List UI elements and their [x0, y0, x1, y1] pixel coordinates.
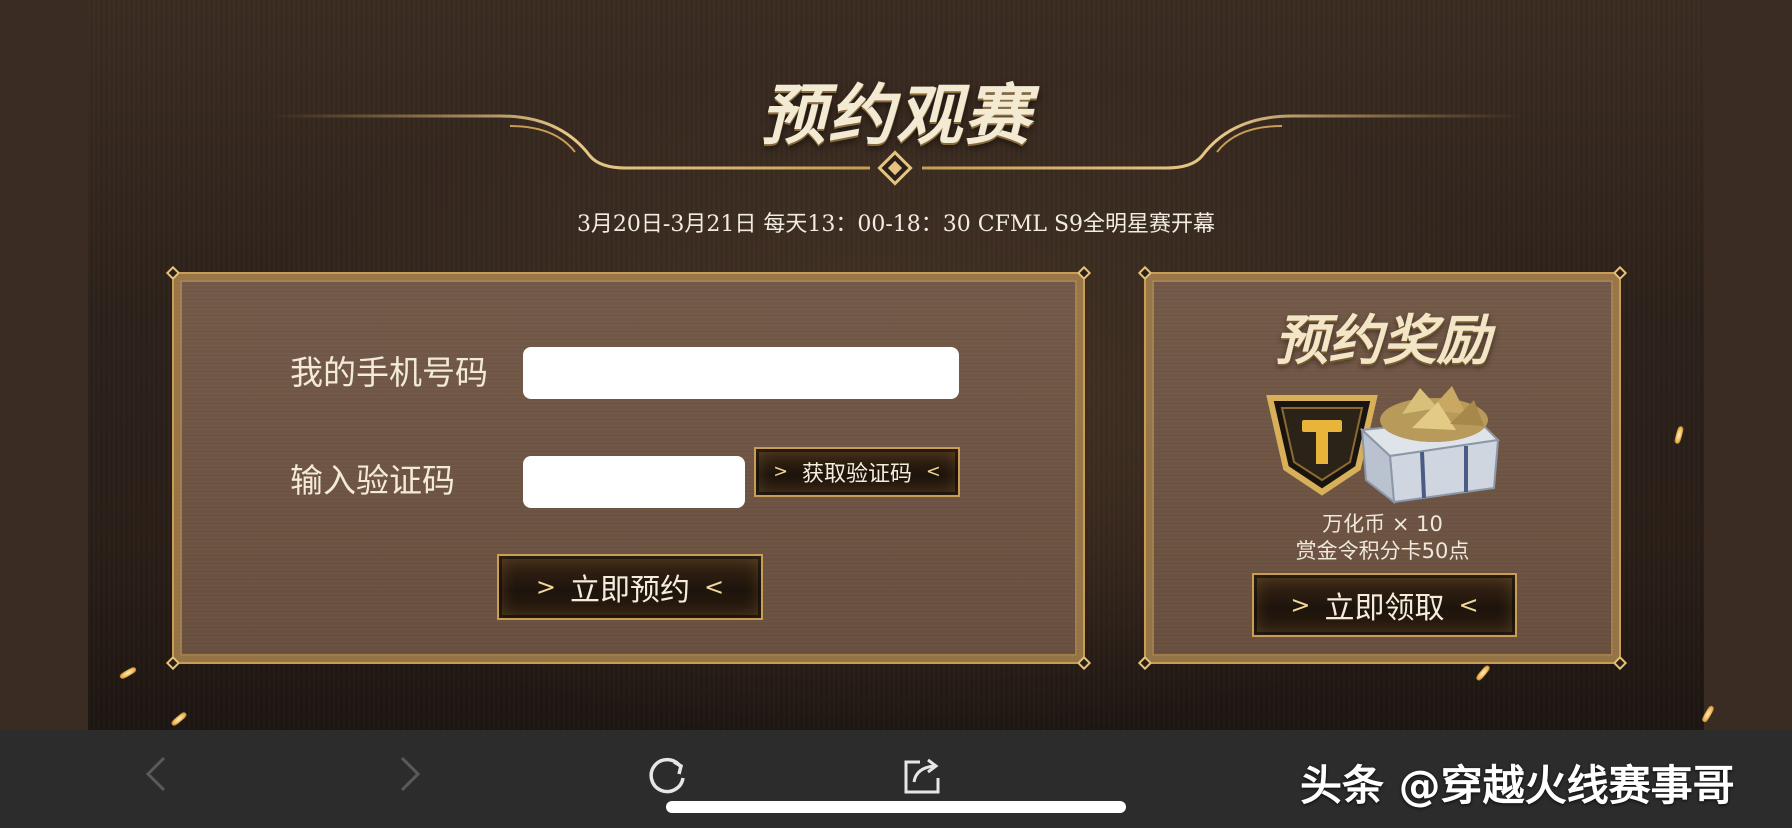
chevron-right-icon: > [773, 462, 788, 482]
get-code-button-label: 获取验证码 [801, 462, 912, 487]
title-ornament [270, 114, 1522, 186]
reserve-button-label: 立即预约 [570, 573, 690, 608]
get-code-button[interactable]: > 获取验证码 < [754, 447, 960, 497]
reward-items-image [1266, 386, 1501, 505]
page: 预约观赛 3月20日-3月21日 每天13：00-18：30 CFML S9全明… [0, 0, 1792, 828]
chevron-right-icon: > [1290, 591, 1311, 619]
phone-input[interactable] [523, 347, 959, 399]
reward-title: 预约奖励 [1274, 309, 1491, 372]
reward-item-points-card: 赏金令积分卡50点 [1295, 539, 1470, 563]
chevron-left-icon: < [704, 573, 725, 601]
forward-arrow-icon[interactable] [392, 752, 428, 796]
chevron-right-icon: > [535, 573, 556, 601]
bounty-badge-icon [1266, 395, 1378, 496]
event-schedule-text: 3月20日-3月21日 每天13：00-18：30 CFML S9全明星赛开幕 [576, 212, 1216, 237]
phone-label: 我的手机号码 [290, 353, 488, 392]
refresh-icon[interactable] [644, 752, 690, 798]
watermark-text: 头条 @穿越火线赛事哥 [1300, 761, 1735, 810]
home-indicator[interactable] [666, 801, 1126, 813]
chevron-left-icon: < [926, 462, 941, 482]
verification-code-label: 输入验证码 [290, 461, 455, 500]
reward-item-coins: 万化币 × 10 [1322, 512, 1443, 536]
chevron-left-icon: < [1458, 591, 1479, 619]
back-arrow-icon[interactable] [138, 752, 174, 796]
verification-code-input[interactable] [523, 456, 745, 508]
share-icon[interactable] [900, 752, 944, 798]
claim-button[interactable]: > 立即领取 < [1252, 573, 1517, 637]
reserve-button[interactable]: > 立即预约 < [497, 554, 763, 620]
claim-button-label: 立即领取 [1324, 591, 1445, 626]
treasure-chest-icon [1359, 386, 1501, 505]
